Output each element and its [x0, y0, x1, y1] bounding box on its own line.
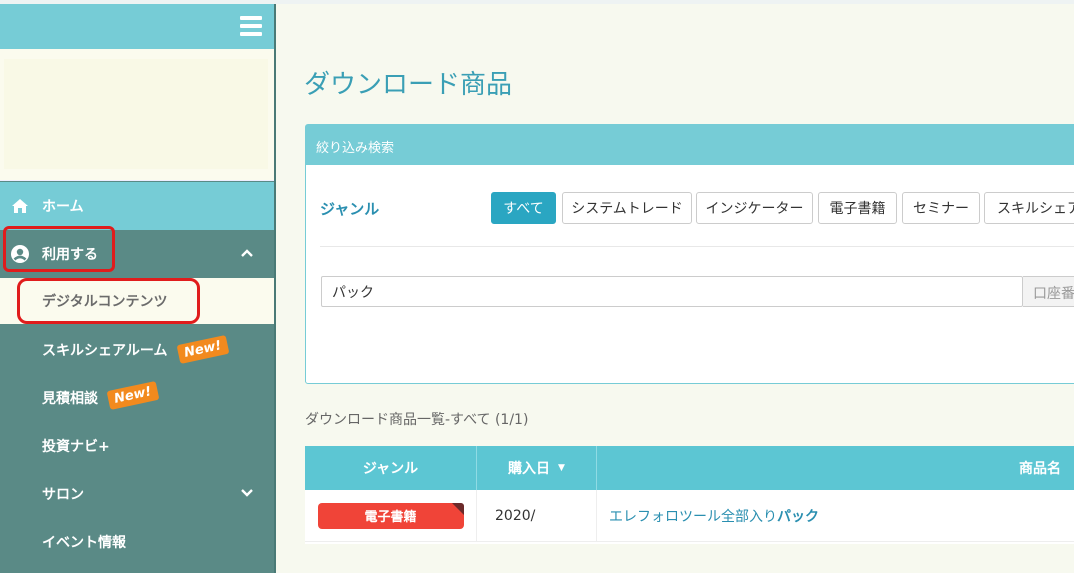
filter-panel-header: 絞り込み検索 [306, 125, 1074, 165]
product-name-highlight: パック [777, 508, 819, 525]
table-cell-product-name: エレフォロツール全部入りパック [597, 490, 1074, 542]
sidebar-item-salon[interactable]: サロン [0, 470, 274, 518]
column-header-label: 購入日 [508, 461, 551, 477]
filter-panel: 絞り込み検索 ジャンル すべて システムトレード インジケーター 電子書籍 セミ… [305, 124, 1074, 384]
sidebar-item-label: サロン [42, 487, 84, 503]
genre-button-system-trade[interactable]: システムトレード [562, 192, 692, 224]
genre-filter-label: ジャンル [320, 200, 380, 218]
sidebar-logo-area [0, 49, 274, 181]
new-badge: New! [106, 381, 160, 410]
purchase-date: 2020/ [495, 507, 536, 524]
sidebar-item-label: 利用する [42, 247, 98, 263]
chevron-up-icon [240, 246, 254, 262]
genre-button-skillshare[interactable]: スキルシェア [984, 192, 1074, 224]
table-cell-date: 2020/ [477, 490, 597, 542]
sidebar: ホーム 利用する デジタルコンテンツ スキルシェアルーム New! 見積相談 N… [0, 4, 276, 573]
sidebar-subitem-digital-contents[interactable]: デジタルコンテンツ [0, 278, 274, 324]
sidebar-item-label: 投資ナビ+ [42, 439, 110, 455]
page-title: ダウンロード商品 [304, 70, 513, 100]
sidebar-subitem-invest-navi[interactable]: 投資ナビ+ [0, 422, 274, 470]
genre-button-all[interactable]: すべて [491, 192, 556, 224]
genre-tag-label: 電子書籍 [364, 510, 417, 525]
logo-placeholder [4, 59, 268, 169]
genre-button-seminar[interactable]: セミナー [902, 192, 980, 224]
home-icon [10, 196, 30, 216]
sidebar-header [0, 4, 274, 49]
new-badge: New! [176, 335, 230, 364]
sidebar-item-home[interactable]: ホーム [0, 182, 274, 230]
sidebar-item-label: 見積相談 [42, 391, 98, 407]
column-header-product-name: 商品名 [597, 446, 1074, 490]
account-number-field[interactable]: 口座番 [1023, 276, 1074, 307]
sort-down-icon: ▼ [558, 463, 565, 473]
sidebar-subitem-estimate[interactable]: 見積相談 New! [0, 374, 274, 422]
sidebar-item-label: ホーム [42, 199, 84, 215]
sidebar-subitem-event-info[interactable]: イベント情報 [0, 518, 274, 566]
tag-corner [451, 502, 464, 515]
user-circle-icon [10, 244, 30, 264]
genre-button-indicator[interactable]: インジケーター [696, 192, 813, 224]
product-search-input[interactable] [321, 276, 1023, 307]
column-header-label: ジャンル [362, 461, 419, 477]
chevron-down-icon [240, 486, 254, 502]
product-name-text: エレフォロツール全部入り [609, 508, 777, 525]
column-header-label: 商品名 [1019, 461, 1061, 477]
products-table: ジャンル 購入日 ▼ 商品名 電子書籍 2020/ エレフォロツール全部入りパッ… [305, 446, 1074, 544]
sidebar-item-label: スキルシェアルーム [42, 343, 168, 359]
column-header-genre: ジャンル [305, 446, 477, 490]
column-header-purchase-date[interactable]: 購入日 ▼ [477, 446, 597, 490]
filter-divider [320, 246, 1074, 247]
sidebar-item-label: デジタルコンテンツ [42, 294, 168, 310]
product-link[interactable]: エレフォロツール全部入りパック [609, 506, 819, 526]
sidebar-item-label: イベント情報 [42, 535, 126, 551]
list-caption: ダウンロード商品一覧-すべて (1/1) [305, 412, 529, 428]
genre-tag: 電子書籍 [317, 502, 464, 529]
table-cell-genre: 電子書籍 [305, 490, 477, 542]
genre-button-ebook[interactable]: 電子書籍 [818, 192, 897, 224]
hamburger-menu-icon[interactable] [240, 16, 262, 36]
sidebar-item-use[interactable]: 利用する [0, 230, 274, 278]
sidebar-subitem-skillshare-room[interactable]: スキルシェアルーム New! [0, 326, 274, 374]
